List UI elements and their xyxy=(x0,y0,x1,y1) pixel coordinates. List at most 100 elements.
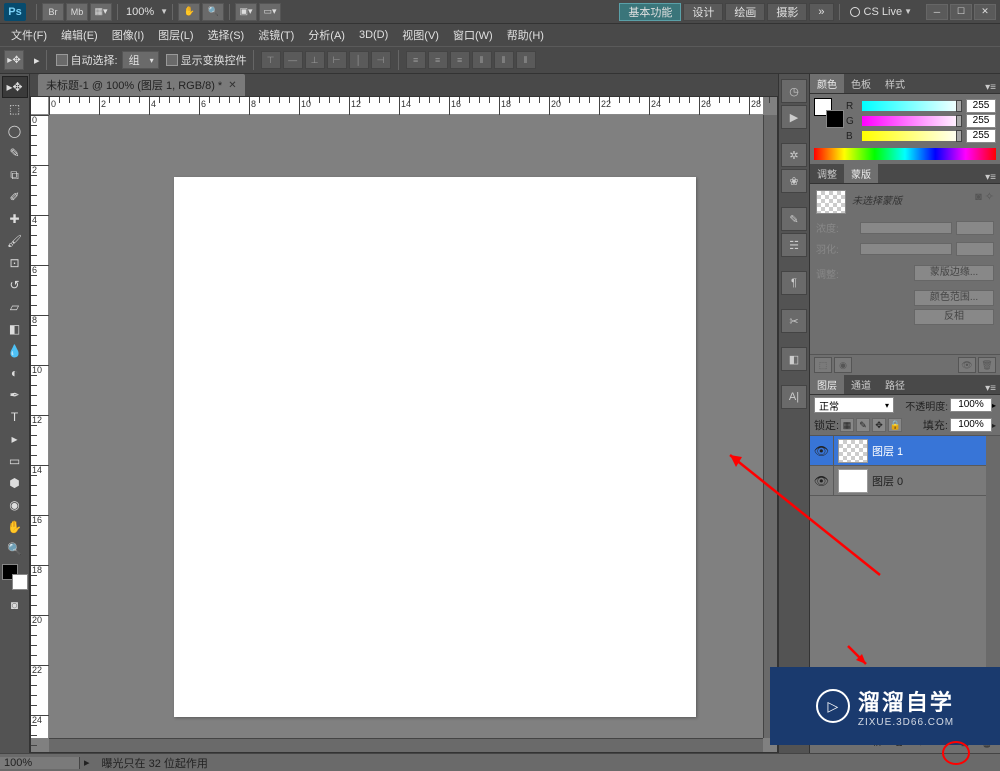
zoom-tool-shortcut-icon[interactable]: 🔍 xyxy=(202,3,224,21)
color-range-button[interactable]: 颜色范围... xyxy=(914,290,994,306)
g-value[interactable]: 255 xyxy=(966,114,996,128)
disable-mask-icon[interactable]: 👁 xyxy=(958,357,976,373)
document-tab[interactable]: 未标题-1 @ 100% (图层 1, RGB/8) *✕ xyxy=(38,74,245,96)
document-canvas[interactable] xyxy=(174,177,696,717)
horizontal-ruler[interactable]: 0246810121416182022242628 xyxy=(49,97,763,115)
dodge-tool[interactable]: ◐ xyxy=(2,362,28,384)
panel-menu-icon[interactable]: ▾≡ xyxy=(981,172,1000,183)
type-tool[interactable]: T xyxy=(2,406,28,428)
distribute-vcenter-icon[interactable]: ≡ xyxy=(428,51,448,69)
vertical-ruler[interactable]: 024681012141618202224 xyxy=(31,115,49,738)
fill-value[interactable]: 100% xyxy=(950,418,992,432)
tool-presets-icon[interactable]: ☵ xyxy=(781,233,807,257)
panel-menu-icon[interactable]: ▾≡ xyxy=(981,383,1000,394)
zoom-level[interactable]: 100% xyxy=(126,6,154,18)
healing-tool[interactable]: ✚ xyxy=(2,208,28,230)
crop-tool[interactable]: ⧉ xyxy=(2,164,28,186)
eyedropper-tool[interactable]: ✐ xyxy=(2,186,28,208)
lasso-tool[interactable]: ◯ xyxy=(2,120,28,142)
mini-bridge-icon[interactable]: Mb xyxy=(66,3,88,21)
launch-bridge-icon[interactable]: Br xyxy=(42,3,64,21)
navigator-panel-icon[interactable]: A| xyxy=(781,385,807,409)
hand-tool[interactable]: ✋ xyxy=(2,516,28,538)
align-top-icon[interactable]: ⊤ xyxy=(261,51,281,69)
lock-position-icon[interactable]: ✥ xyxy=(872,418,886,432)
hand-tool-shortcut-icon[interactable]: ✋ xyxy=(178,3,200,21)
tab-channels[interactable]: 通道 xyxy=(844,375,878,394)
workspace-more-button[interactable]: » xyxy=(809,3,833,21)
actions-panel-icon[interactable]: ▶ xyxy=(781,105,807,129)
history-brush-tool[interactable]: ↺ xyxy=(2,274,28,296)
eraser-tool[interactable]: ▱ xyxy=(2,296,28,318)
status-menu-icon[interactable]: ▸ xyxy=(80,756,94,769)
distribute-right-icon[interactable]: ⦀ xyxy=(516,51,536,69)
arrange-documents-icon[interactable]: ▣▾ xyxy=(235,3,257,21)
view-extras-icon[interactable]: ▦▾ xyxy=(90,3,112,21)
workspace-design-button[interactable]: 设计 xyxy=(683,3,723,21)
close-icon[interactable]: ✕ xyxy=(974,4,996,20)
menu-help[interactable]: 帮助(H) xyxy=(500,25,551,45)
menu-3d[interactable]: 3D(D) xyxy=(352,27,395,43)
horizontal-scrollbar[interactable] xyxy=(49,738,763,752)
clone-source-icon[interactable]: ❀ xyxy=(781,169,807,193)
align-hcenter-icon[interactable]: │ xyxy=(349,51,369,69)
menu-window[interactable]: 窗口(W) xyxy=(446,25,500,45)
load-selection-icon[interactable]: ⬚ xyxy=(814,357,832,373)
move-tool-icon[interactable]: ▸✥ xyxy=(4,50,24,70)
r-value[interactable]: 255 xyxy=(966,99,996,113)
info-panel-icon[interactable]: ◧ xyxy=(781,347,807,371)
visibility-icon[interactable]: 👁 xyxy=(810,466,834,496)
lock-pixels-icon[interactable]: ✎ xyxy=(856,418,870,432)
menu-select[interactable]: 选择(S) xyxy=(201,25,252,45)
show-transform-checkbox[interactable] xyxy=(166,54,178,66)
mask-edge-button[interactable]: 蒙版边缘... xyxy=(914,265,994,281)
zoom-field[interactable]: 100% xyxy=(0,757,80,769)
background-color[interactable] xyxy=(12,574,28,590)
layer-name[interactable]: 图层 0 xyxy=(872,473,903,489)
minimize-icon[interactable]: ─ xyxy=(926,4,948,20)
menu-image[interactable]: 图像(I) xyxy=(105,25,151,45)
opacity-value[interactable]: 100% xyxy=(950,398,992,412)
ruler-origin[interactable] xyxy=(31,97,49,115)
tab-layers[interactable]: 图层 xyxy=(810,375,844,394)
marquee-tool[interactable]: ⬚ xyxy=(2,98,28,120)
quick-select-tool[interactable]: ✎ xyxy=(2,142,28,164)
brush-panel-icon[interactable]: ✎ xyxy=(781,207,807,231)
cs-live-button[interactable]: CS Live ▼ xyxy=(850,6,912,18)
brush-tool[interactable]: 🖌 xyxy=(2,230,28,252)
tab-color[interactable]: 颜色 xyxy=(810,74,844,93)
hue-ramp[interactable] xyxy=(814,148,996,160)
distribute-top-icon[interactable]: ≡ xyxy=(406,51,426,69)
panel-menu-icon[interactable]: ▾≡ xyxy=(981,82,1000,93)
auto-select-type-dropdown[interactable]: 组 xyxy=(122,51,159,69)
align-bottom-icon[interactable]: ⊥ xyxy=(305,51,325,69)
blend-mode-dropdown[interactable]: 正常 xyxy=(814,397,894,413)
align-right-icon[interactable]: ⊣ xyxy=(371,51,391,69)
3d-camera-tool[interactable]: ◉ xyxy=(2,494,28,516)
lock-transparency-icon[interactable]: ▦ xyxy=(840,418,854,432)
tab-styles[interactable]: 样式 xyxy=(878,74,912,93)
move-tool[interactable]: ▸✥ xyxy=(2,76,28,98)
pen-tool[interactable]: ✒ xyxy=(2,384,28,406)
layer-name[interactable]: 图层 1 xyxy=(872,443,903,459)
3d-tool[interactable]: ⬢ xyxy=(2,472,28,494)
canvas-viewport[interactable] xyxy=(49,115,763,738)
paragraph-panel-icon[interactable]: ¶ xyxy=(781,271,807,295)
b-slider[interactable] xyxy=(862,131,962,141)
auto-select-checkbox[interactable] xyxy=(56,54,68,66)
mask-type-icons[interactable]: ◙ ✧ xyxy=(975,190,994,203)
screen-mode-icon[interactable]: ▭▾ xyxy=(259,3,281,21)
menu-analysis[interactable]: 分析(A) xyxy=(301,25,352,45)
path-select-tool[interactable]: ▸ xyxy=(2,428,28,450)
layer-item[interactable]: 👁 图层 1 xyxy=(810,436,986,466)
workspace-photography-button[interactable]: 摄影 xyxy=(767,3,807,21)
color-swatches[interactable] xyxy=(2,564,28,590)
align-vcenter-icon[interactable]: — xyxy=(283,51,303,69)
brush-preset-icon[interactable]: ✲ xyxy=(781,143,807,167)
layer-thumbnail[interactable] xyxy=(838,439,868,463)
menu-file[interactable]: 文件(F) xyxy=(4,25,54,45)
b-value[interactable]: 255 xyxy=(966,129,996,143)
close-tab-icon[interactable]: ✕ xyxy=(228,80,236,91)
delete-mask-icon[interactable]: 🗑 xyxy=(978,357,996,373)
color-fg-bg-swatch[interactable] xyxy=(814,98,840,124)
